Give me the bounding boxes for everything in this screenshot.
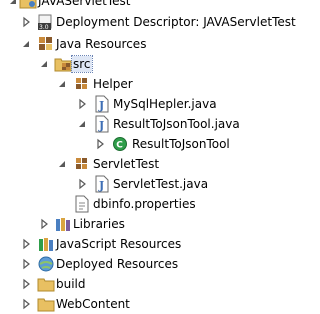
tree-label-build: build (56, 277, 86, 291)
tree-label-helper-package: Helper (93, 77, 133, 91)
tree-row-java-resources[interactable]: Java Resources (0, 34, 287, 54)
tree-label-mysql-helper: MySqlHepler.java (113, 97, 217, 111)
svg-text:3.0: 3.0 (39, 24, 49, 31)
tree-label-servlet-file: ServletTest.java (113, 177, 209, 191)
class-icon: C (111, 135, 129, 153)
tree-row-mysql-helper[interactable]: J MySqlHepler.java (0, 94, 287, 114)
javascript-resources-icon (37, 235, 55, 253)
tree-label-libraries: Libraries (73, 217, 125, 231)
tree-row-webcontent[interactable]: WebContent (0, 294, 287, 314)
collapse-arrow-icon[interactable] (20, 38, 32, 50)
tree-label-deployed-resources: Deployed Resources (56, 257, 179, 271)
project-explorer-tree: JAVAServletTest 3.0 Deployment Descripto… (0, 0, 296, 314)
tree-row-libraries[interactable]: Libraries (0, 214, 287, 234)
tree-label-webcontent: WebContent (56, 297, 130, 311)
deployed-resources-icon (37, 255, 55, 273)
folder-icon (37, 295, 55, 313)
tree-label-servlet-package: ServletTest (93, 157, 160, 171)
collapse-arrow-icon[interactable] (56, 78, 68, 90)
svg-text:J: J (98, 179, 104, 192)
svg-text:C: C (116, 141, 123, 151)
expand-arrow-icon[interactable] (76, 98, 88, 110)
tree-row-result-tool-file[interactable]: J ResultToJsonTool.java (0, 114, 287, 134)
expand-arrow-icon[interactable] (20, 258, 32, 270)
tree-label-js-resources: JavaScript Resources (56, 237, 182, 251)
collapse-arrow-icon[interactable] (38, 58, 50, 70)
tree-row-deployed-resources[interactable]: Deployed Resources (0, 254, 287, 274)
tree-row-deployment-descriptor[interactable]: 3.0 Deployment Descriptor: JAVAServletTe… (0, 12, 296, 32)
java-file-icon: J (93, 95, 111, 113)
package-icon (73, 75, 91, 93)
tree-row-servlet-file[interactable]: J ServletTest.java (0, 174, 287, 194)
source-folder-icon (54, 55, 72, 73)
libraries-icon (54, 215, 72, 233)
tree-label-project: JAVAServletTest (38, 0, 131, 8)
expand-arrow-icon[interactable] (38, 218, 50, 230)
expand-arrow-icon[interactable] (20, 238, 32, 250)
tree-label-dbinfo: dbinfo.properties (93, 197, 196, 211)
expand-arrow-icon[interactable] (20, 278, 32, 290)
tree-row-src[interactable]: src (0, 54, 287, 74)
tree-row-result-tool-class[interactable]: C ResultToJsonTool (0, 134, 287, 154)
svg-text:J: J (98, 119, 104, 132)
svg-text:J: J (98, 99, 104, 112)
tree-label-java-resources: Java Resources (56, 37, 147, 51)
tree-row-dbinfo[interactable]: dbinfo.properties (0, 194, 287, 214)
expand-arrow-icon[interactable] (76, 178, 88, 190)
tree-row-project[interactable]: JAVAServletTest (0, 0, 287, 11)
collapse-arrow-icon[interactable] (56, 158, 68, 170)
tree-label-src: src (71, 55, 93, 73)
deployment-descriptor-icon: 3.0 (37, 13, 55, 31)
tree-label-result-tool-class: ResultToJsonTool (132, 137, 230, 151)
expand-arrow-icon[interactable] (20, 16, 32, 28)
expand-arrow-icon[interactable] (94, 138, 106, 150)
web-project-icon (19, 0, 37, 10)
package-icon (73, 155, 91, 173)
java-resources-icon (37, 35, 55, 53)
tree-row-js-resources[interactable]: JavaScript Resources (0, 234, 287, 254)
tree-row-servlet-package[interactable]: ServletTest (0, 154, 287, 174)
java-file-icon: J (93, 115, 111, 133)
collapse-arrow-icon[interactable] (76, 118, 88, 130)
properties-file-icon (73, 195, 91, 213)
java-file-icon: J (93, 175, 111, 193)
expand-arrow-icon[interactable] (20, 298, 32, 310)
collapse-arrow-icon[interactable] (7, 0, 19, 7)
tree-row-build[interactable]: build (0, 274, 287, 294)
tree-label-deployment-descriptor: Deployment Descriptor: JAVAServletTest (56, 15, 296, 29)
tree-label-result-tool-file: ResultToJsonTool.java (113, 117, 240, 131)
tree-row-helper-package[interactable]: Helper (0, 74, 287, 94)
folder-icon (37, 275, 55, 293)
